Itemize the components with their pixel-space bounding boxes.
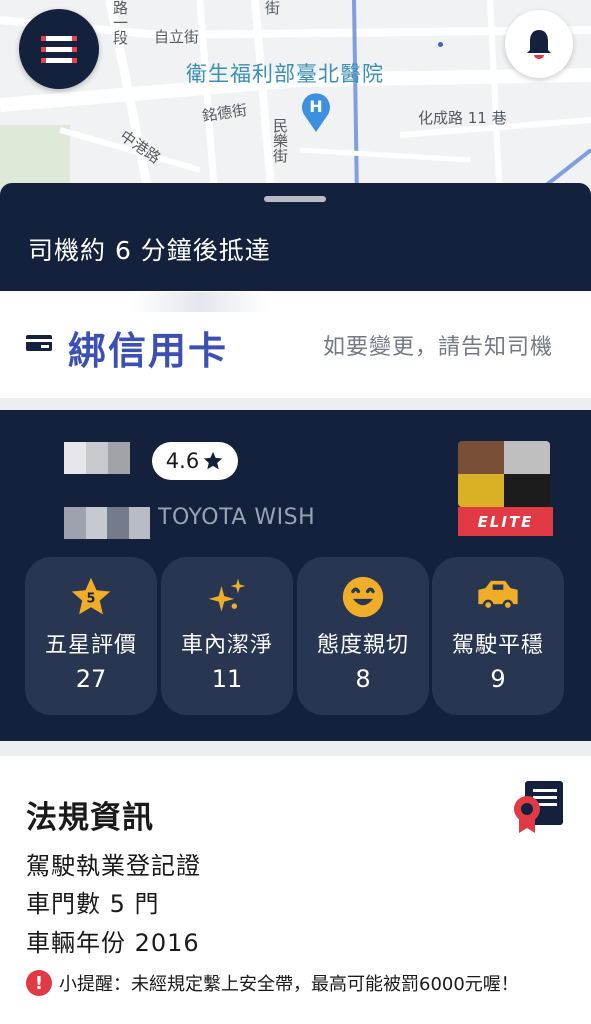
star-icon [204, 451, 223, 470]
seatbelt-reminder: ! 小提醒：未經規定繫上安全帶，最高可能被罰6000元喔！ [26, 970, 519, 996]
stat-card-smooth-driving: 駕駛平穩 9 [432, 557, 564, 715]
menu-bar-top [41, 35, 77, 41]
stat-label: 態度親切 [316, 633, 409, 658]
map-label-zili: 自立街 [154, 28, 200, 46]
map-label-road-section: 路一段 [111, 0, 129, 45]
menu-bar-middle [41, 46, 77, 52]
stat-count: 8 [355, 665, 371, 693]
rating-value: 4.6 [165, 449, 200, 473]
warning-icon: ! [26, 970, 52, 996]
reminder-text: 小提醒：未經規定繫上安全帶，最高可能被罰6000元喔！ [59, 974, 519, 995]
certificate-icon [511, 779, 567, 839]
map-label-minle: 民樂街 [271, 118, 289, 163]
stat-card-five-star: 5 五星評價 27 [25, 557, 157, 715]
regulation-doors: 車門數 5 門 [26, 890, 160, 918]
smile-face-icon [342, 576, 384, 618]
drag-handle[interactable] [264, 196, 326, 202]
map-location-dot [438, 42, 443, 47]
svg-text:H: H [309, 97, 322, 116]
stat-count: 11 [211, 665, 243, 693]
stat-card-clean: 車內潔淨 11 [161, 557, 293, 715]
sparkle-icon [208, 578, 246, 612]
regulation-car-year: 車輛年份 2016 [26, 929, 200, 957]
stat-count: 27 [75, 665, 107, 693]
regulation-title: 法規資訊 [26, 800, 154, 836]
payment-method-label[interactable]: 綁信用卡 [68, 320, 228, 375]
driver-avatar[interactable] [458, 441, 550, 507]
map-label-huacheng: 化成路 11 巷 [418, 109, 507, 127]
stat-count: 9 [490, 665, 506, 693]
stat-card-friendly: 態度親切 8 [297, 557, 429, 715]
eta-text: 司機約 6 分鐘後抵達 [28, 236, 271, 265]
menu-button[interactable] [19, 9, 99, 89]
stat-label: 五星評價 [44, 633, 137, 658]
map-label-hospital: 衛生福利部臺北醫院 [186, 62, 384, 86]
five-star-icon: 5 [71, 577, 111, 615]
notification-button[interactable] [505, 10, 573, 78]
payment-change-note: 如要變更，請告知司機 [323, 335, 554, 360]
credit-card-icon [26, 335, 52, 355]
blurred-strip [130, 292, 270, 312]
stat-label: 駕駛平穩 [451, 633, 544, 658]
elite-badge: ELITE [458, 507, 553, 536]
regulation-license: 駕駛執業登記證 [26, 852, 201, 880]
svg-text:5: 5 [87, 592, 96, 607]
car-model: TOYOTA WISH [158, 505, 316, 530]
rating-pill: 4.6 [152, 442, 238, 480]
driver-name-blurred [64, 442, 130, 474]
bell-icon [527, 30, 551, 59]
license-plate-blurred [64, 507, 150, 539]
hospital-pin-icon[interactable]: H [301, 92, 331, 136]
car-icon [478, 580, 518, 611]
eta-panel: 司機約 6 分鐘後抵達 [0, 183, 591, 291]
map-label-street: 街 [263, 0, 281, 15]
menu-bar-bottom [41, 57, 77, 63]
stat-label: 車內潔淨 [180, 633, 273, 658]
